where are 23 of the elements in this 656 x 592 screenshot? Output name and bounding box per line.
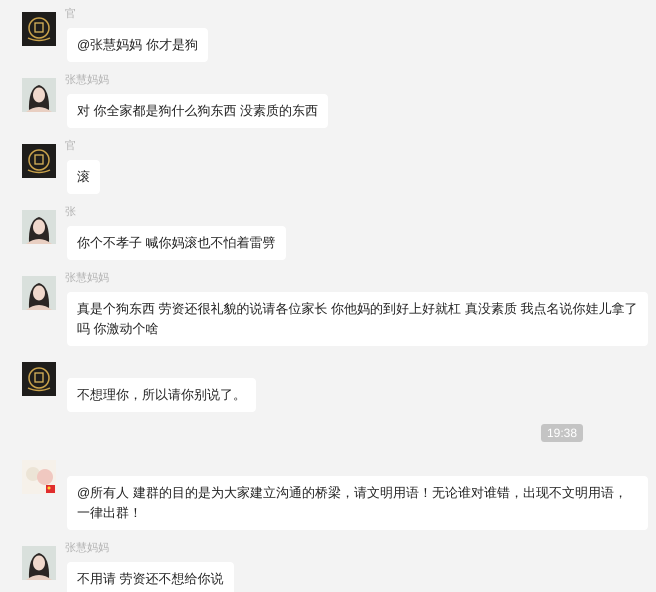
message-bubble: @所有人 建群的目的是为大家建立沟通的桥梁，请文明用语！无论谁对谁错，出现不文明用语，一律出群！ [67,476,648,530]
message-bubble: 真是个狗东西 劳资还很礼貌的说请各位家长 你他妈的到好上好就杠 真没素质 我点名说你娃儿拿了吗 你激动个啥 [67,292,648,346]
illustration-avatar[interactable] [22,460,56,494]
sender-name: 官 [65,8,76,20]
logo-avatar[interactable] [22,362,56,396]
message-bubble: 对 你全家都是狗什么狗东西 没素质的东西 [67,94,328,128]
sender-name: 张慧妈妈 [65,542,109,554]
sender-name: 张慧妈妈 [65,74,109,86]
logo-avatar[interactable] [22,144,56,178]
timestamp: 19:38 [540,424,583,442]
person-avatar[interactable] [22,210,56,244]
sender-name: 张慧妈妈 [65,272,109,284]
message-bubble: 不想理你，所以请你别说了。 [67,378,256,412]
logo-avatar[interactable] [22,12,56,46]
message-bubble: 滚 [67,160,100,194]
message-bubble: 你个不孝子 喊你妈滚也不怕着雷劈 [67,226,286,260]
sender-name: 张 [65,206,76,218]
sender-name: 官 [65,140,76,152]
person-avatar[interactable] [22,78,56,112]
message-bubble: 不用请 劳资还不想给你说 [67,562,234,592]
message-bubble: @张慧妈妈 你才是狗 [67,28,208,62]
person-avatar[interactable] [22,276,56,310]
person-avatar[interactable] [22,546,56,580]
